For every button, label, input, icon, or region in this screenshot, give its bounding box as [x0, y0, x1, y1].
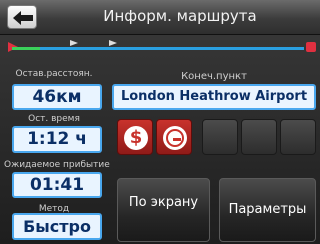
waypoint-flag-icon	[109, 40, 117, 46]
remaining-time-label: Ост. время	[28, 114, 80, 124]
progress-traveled	[12, 47, 40, 50]
waypoint-flag-icon	[70, 40, 78, 46]
avoid-slot-button[interactable]	[202, 119, 238, 155]
show-on-screen-button[interactable]: По экрану	[117, 178, 210, 242]
remaining-distance-value: 46км	[12, 84, 102, 110]
avoid-restricted-button[interactable]	[156, 119, 192, 155]
no-entry-icon	[166, 129, 184, 147]
destination-label: Конеч.пункт	[181, 71, 247, 82]
remaining-time-value: 1:12 ч	[12, 126, 102, 153]
avoid-toll-button[interactable]: $	[117, 119, 153, 155]
parameters-button[interactable]: Параметры	[219, 178, 316, 242]
back-arrow-icon	[13, 11, 33, 25]
destination-value: London Heathrow Airport	[112, 84, 316, 110]
route-info-screen: Информ. маршрута Остав.расстоян. 46км Ос…	[0, 0, 320, 244]
arrival-time-value: 01:41	[12, 172, 102, 198]
destination-marker-icon	[306, 42, 316, 52]
avoid-slot-button[interactable]	[241, 119, 277, 155]
back-button[interactable]	[7, 5, 37, 29]
route-progress-track	[8, 40, 316, 54]
page-title: Информ. маршрута	[103, 7, 257, 25]
avoid-slot-button[interactable]	[280, 119, 316, 155]
progress-remaining	[40, 47, 304, 50]
method-value[interactable]: Быстро	[12, 213, 102, 240]
arrival-time-label: Ожидаемое прибытие	[4, 160, 110, 170]
remaining-distance-label: Остав.расстоян.	[15, 69, 93, 79]
header-bar: Информ. маршрута	[0, 0, 320, 35]
toll-road-icon: $	[129, 127, 143, 148]
